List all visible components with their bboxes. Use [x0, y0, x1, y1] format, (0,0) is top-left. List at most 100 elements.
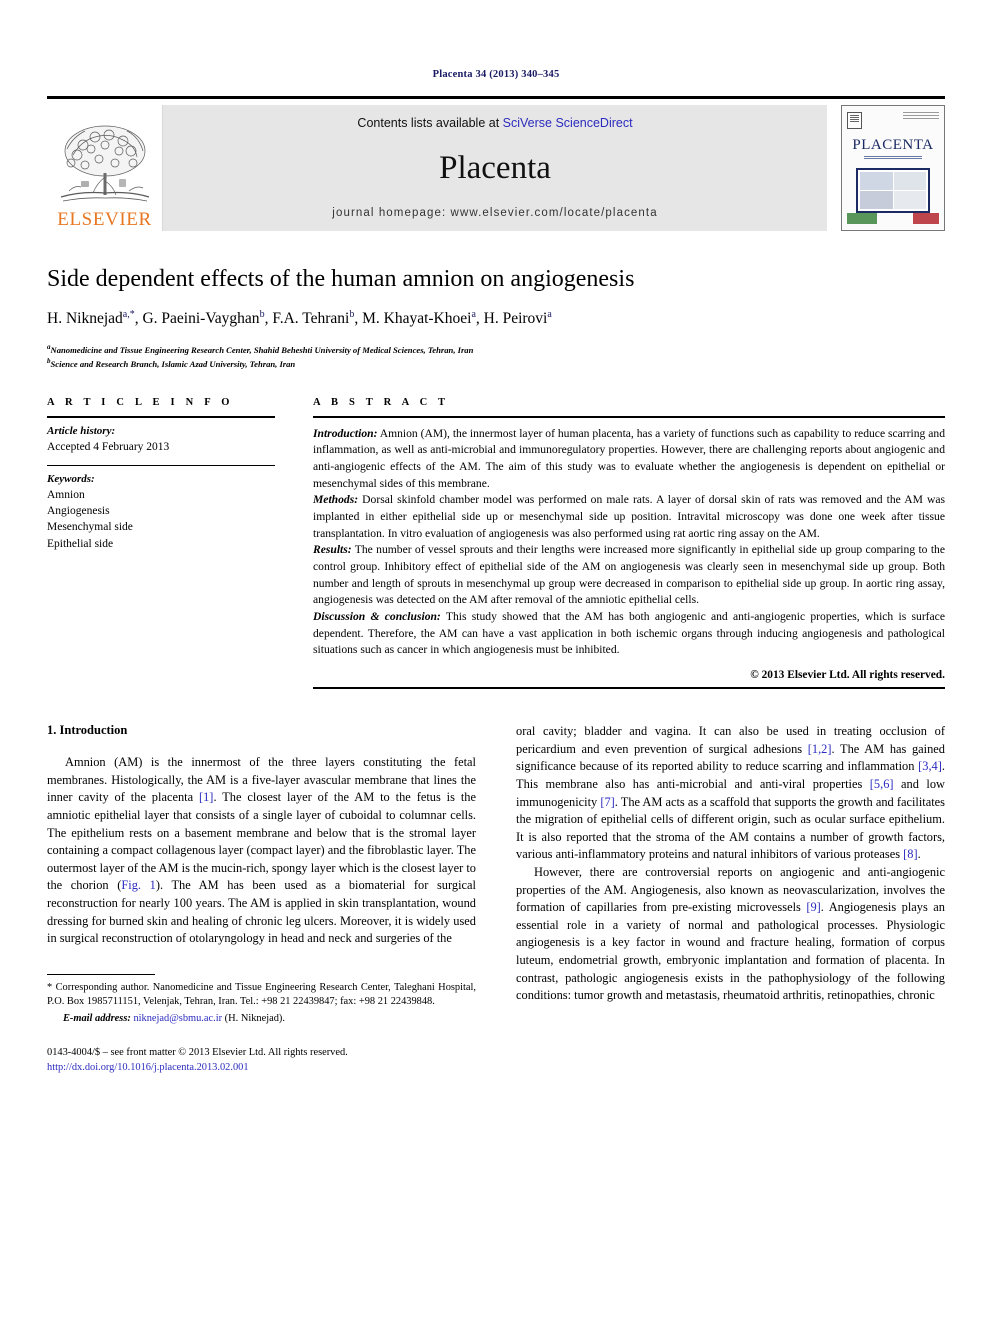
affiliation-b: bScience and Research Branch, Islamic Az…: [47, 356, 945, 370]
abstract-section: Methods: Dorsal skinfold chamber model w…: [313, 492, 945, 542]
journal-masthead: ELSEVIER Contents lists available at Sci…: [47, 96, 945, 231]
cover-bottom-row: [847, 213, 939, 224]
cover-red-logo: [913, 213, 939, 224]
body-paragraph: oral cavity; bladder and vagina. It can …: [516, 723, 945, 864]
body-paragraph: Amnion (AM) is the innermost of the thre…: [47, 754, 476, 948]
abstract-section-label: Introduction:: [313, 426, 378, 440]
sciencedirect-link[interactable]: SciVerse ScienceDirect: [503, 116, 633, 130]
cover-top-row: [847, 112, 939, 129]
cover-journal-title: PLACENTA: [852, 137, 934, 153]
copyright-line: © 2013 Elsevier Ltd. All rights reserved…: [750, 669, 945, 682]
journal-homepage-link[interactable]: journal homepage: www.elsevier.com/locat…: [332, 207, 657, 219]
article-history-label: Article history:: [47, 424, 116, 437]
author-affiliation-mark: a: [547, 308, 552, 320]
citation-link[interactable]: [8]: [903, 847, 917, 861]
citation-link[interactable]: [1,2]: [808, 742, 832, 756]
abstract-section-text: The number of vessel sprouts and their l…: [313, 543, 945, 607]
keywords-group: Keywords: Amnion Angiogenesis Mesenchyma…: [47, 466, 275, 562]
doi-link[interactable]: http://dx.doi.org/10.1016/j.placenta.201…: [47, 1060, 476, 1075]
section-heading-introduction: 1. Introduction: [47, 723, 128, 738]
abstract-section-label: Methods:: [313, 493, 359, 507]
author-list: H. Niknejada,*, G. Paeini-Vayghanb, F.A.…: [47, 308, 552, 327]
cover-masthead-lines: [903, 112, 939, 120]
affiliation-a: aNanomedicine and Tissue Engineering Res…: [47, 342, 945, 356]
keyword-item: Epithelial side: [47, 537, 114, 550]
info-abstract-region: A R T I C L E I N F O Article history: A…: [47, 397, 945, 690]
abstract-bottom-rule: [313, 687, 945, 690]
author-affiliation-mark: a,*: [122, 308, 135, 320]
author-affiliation-mark: a: [471, 308, 476, 320]
elsevier-logo: ELSEVIER: [47, 105, 163, 231]
author-name: H. Peirovi: [483, 309, 548, 327]
contents-prefix: Contents lists available at: [357, 116, 500, 130]
body-column-right: oral cavity; bladder and vagina. It can …: [516, 723, 945, 1075]
corresponding-author-text: * Corresponding author. Nanomedicine and…: [47, 981, 476, 1008]
affiliation-text: Nanomedicine and Tissue Engineering Rese…: [50, 344, 474, 355]
issn-line: 0143-4004/$ – see front matter © 2013 El…: [47, 1046, 348, 1058]
imprint-block: 0143-4004/$ – see front matter © 2013 El…: [47, 1045, 476, 1075]
cover-micrograph-cell: [860, 171, 893, 190]
abstract-section-text: Dorsal skinfold chamber model was perfor…: [313, 493, 945, 540]
citation-link[interactable]: Fig. 1: [121, 878, 155, 892]
paragraph-text: .: [917, 847, 921, 862]
citation-link[interactable]: [3,4]: [918, 759, 942, 773]
footnote-rule: [47, 973, 155, 975]
cover-micrograph-cell: [893, 171, 926, 190]
author-name: M. Khayat-Khoei: [362, 309, 472, 327]
contents-available-line: Contents lists available at SciVerse Sci…: [357, 116, 632, 130]
cover-micrograph-cell: [893, 190, 926, 209]
article-info-column: A R T I C L E I N F O Article history: A…: [47, 397, 275, 690]
abstract-section-text: Amnion (AM), the innermost layer of huma…: [313, 426, 945, 490]
article-info-heading: A R T I C L E I N F O: [47, 396, 234, 408]
author-name: F.A. Tehrani: [272, 309, 350, 327]
author-name: H. Niknejad: [47, 309, 123, 327]
elsevier-tree-icon: [60, 125, 149, 202]
citation-link[interactable]: [5,6]: [870, 777, 894, 791]
article-page: Placenta 34 (2013) 340–345 ELSEVIER Cont…: [0, 0, 992, 1323]
cover-micrograph-cell: [860, 190, 893, 209]
abstract-column: A B S T R A C T Introduction: Amnion (AM…: [313, 397, 945, 690]
email-link[interactable]: niknejad@sbmu.ac.ir: [133, 1013, 222, 1024]
body-columns: 1. Introduction Amnion (AM) is the inner…: [47, 723, 945, 1075]
author-name: G. Paeini-Vayghan: [142, 309, 260, 327]
article-history-value: Accepted 4 February 2013: [47, 440, 170, 453]
running-head: Placenta 34 (2013) 340–345: [432, 69, 560, 80]
corresponding-author-note: * Corresponding author. Nanomedicine and…: [47, 981, 476, 1027]
citation-link[interactable]: [7]: [600, 795, 614, 809]
elsevier-wordmark: ELSEVIER: [57, 209, 152, 230]
cover-elsevier-icon: [847, 112, 862, 129]
page-title: Side dependent effects of the human amni…: [47, 266, 635, 292]
keyword-item: Amnion: [47, 488, 85, 501]
citation-link[interactable]: [9]: [806, 900, 820, 914]
cover-micrograph-grid: [856, 167, 930, 213]
footnote-block: * Corresponding author. Nanomedicine and…: [47, 973, 476, 1027]
citation-link[interactable]: [1]: [199, 790, 213, 804]
right-column-paragraphs: oral cavity; bladder and vagina. It can …: [516, 723, 945, 1005]
abstract-section: Introduction: Amnion (AM), the innermost…: [313, 426, 945, 493]
body-paragraph: However, there are controversial reports…: [516, 864, 945, 1005]
email-label: E-mail address:: [63, 1012, 134, 1024]
body-column-left: 1. Introduction Amnion (AM) is the inner…: [47, 723, 476, 1075]
title-block: Side dependent effects of the human amni…: [47, 265, 945, 371]
email-suffix: (H. Niknejad).: [222, 1012, 285, 1024]
author-affiliation-mark: b: [259, 308, 265, 320]
author-affiliation-mark: b: [349, 308, 355, 320]
cover-subtitle-lines: [864, 156, 922, 160]
abstract-section: Discussion & conclusion: This study show…: [313, 609, 945, 659]
abstract-section-label: Discussion & conclusion:: [313, 610, 441, 624]
masthead-band: Contents lists available at SciVerse Sci…: [163, 105, 827, 231]
keyword-item: Angiogenesis: [47, 505, 110, 518]
abstract-section-label: Results:: [313, 543, 352, 557]
paragraph-text: . Angiogenesis plays an essential role i…: [516, 900, 945, 1003]
cover-green-logo: [847, 213, 877, 224]
left-column-paragraphs: Amnion (AM) is the innermost of the thre…: [47, 754, 476, 948]
journal-title: Placenta: [439, 150, 551, 186]
journal-cover-thumbnail: PLACENTA: [841, 105, 945, 231]
keyword-item: Mesenchymal side: [47, 521, 133, 534]
affiliation-text: Science and Research Branch, Islamic Aza…: [50, 359, 296, 370]
abstract-body: Introduction: Amnion (AM), the innermost…: [313, 418, 945, 660]
article-history-group: Article history: Accepted 4 February 201…: [47, 418, 275, 465]
keywords-label: Keywords:: [47, 472, 95, 485]
email-line: E-mail address: niknejad@sbmu.ac.ir (H. …: [47, 1012, 476, 1027]
abstract-section: Results: The number of vessel sprouts an…: [313, 542, 945, 609]
